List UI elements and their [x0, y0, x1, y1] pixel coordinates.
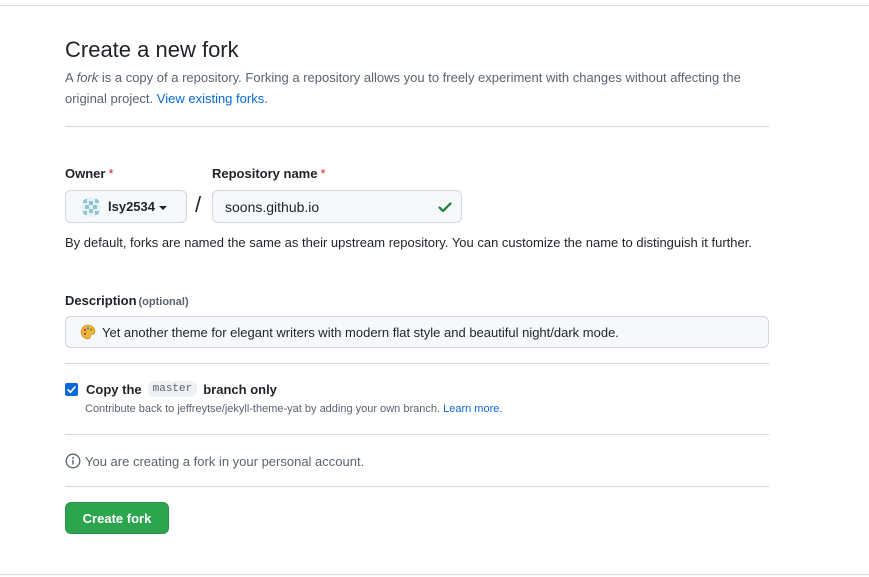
divider [65, 486, 769, 487]
bottom-divider [0, 574, 869, 575]
owner-dropdown[interactable]: lsy2534 [65, 190, 187, 223]
view-existing-forks-link[interactable]: View existing forks. [157, 91, 268, 106]
name-help-text: By default, forks are named the same as … [65, 235, 752, 250]
artist-palette-icon [80, 324, 96, 340]
required-mark: * [320, 166, 326, 181]
checkmark-icon [67, 385, 76, 393]
repository-name-input[interactable] [212, 190, 462, 223]
caret-down-icon [159, 205, 167, 210]
path-separator: / [195, 192, 202, 217]
optional-tag: (optional) [138, 296, 189, 308]
copy-branch-label-end: branch only [203, 381, 277, 397]
description-text: Yet another theme for elegant writers wi… [102, 324, 619, 340]
info-icon [65, 453, 81, 469]
description-input[interactable]: Yet another theme for elegant writers wi… [65, 316, 769, 348]
copy-branch-note: Contribute back to jeffreytse/jekyll-the… [85, 403, 503, 415]
owner-name: lsy2534 [108, 199, 155, 214]
divider [65, 363, 769, 364]
copy-branch-label-start: Copy the [86, 381, 142, 397]
intro-text: A fork is a copy of a repository. Forkin… [65, 70, 741, 106]
personal-account-notice: You are creating a fork in your personal… [65, 453, 364, 469]
copy-branch-option: Copy the master branch only [65, 381, 277, 397]
check-icon [438, 202, 452, 213]
required-mark: * [108, 166, 114, 181]
top-divider [0, 5, 869, 6]
page-title: Create a new fork [65, 37, 239, 62]
repository-name-label: Repository name * [212, 166, 326, 181]
notice-text: You are creating a fork in your personal… [85, 453, 365, 469]
avatar [81, 196, 101, 217]
divider [65, 126, 769, 127]
divider [65, 434, 769, 435]
create-fork-button[interactable]: Create fork [65, 502, 169, 534]
owner-label: Owner * [65, 166, 114, 181]
copy-branch-checkbox[interactable] [65, 382, 78, 396]
learn-more-link[interactable]: Learn more. [443, 403, 502, 415]
branch-name: master [147, 381, 198, 397]
description-label: Description (optional) [65, 293, 189, 308]
